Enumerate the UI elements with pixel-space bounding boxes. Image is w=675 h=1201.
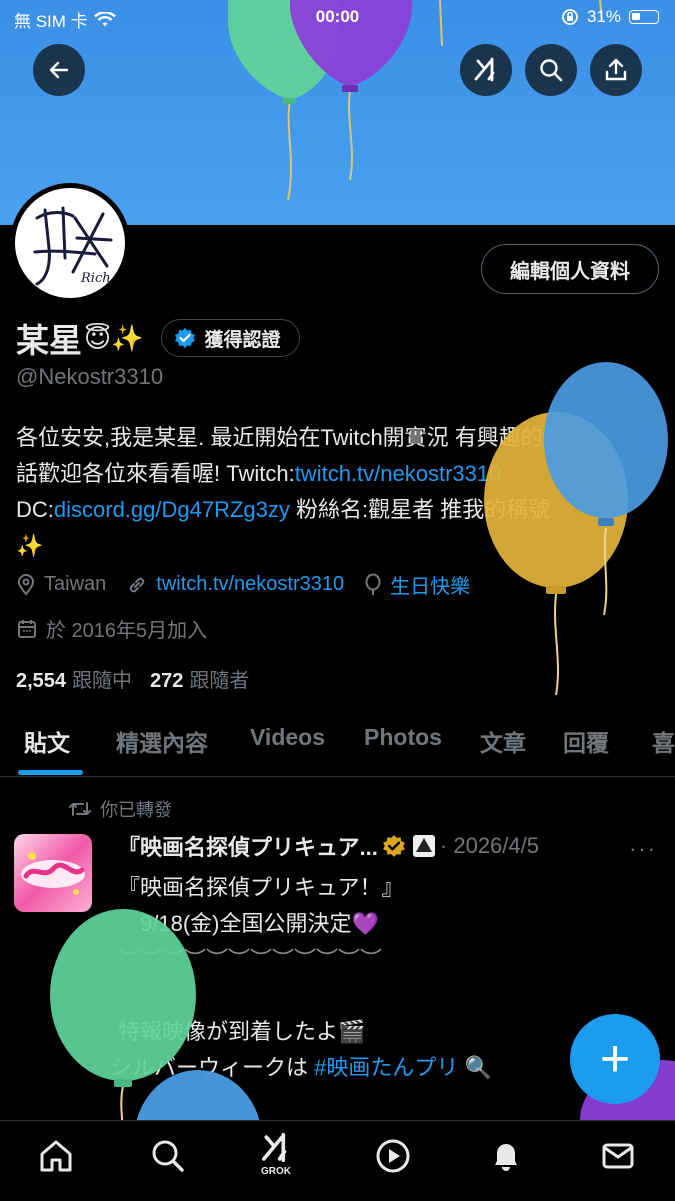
location: Taiwan xyxy=(16,573,106,596)
joined-text: 於 2016年5月加入 xyxy=(46,620,208,642)
repost-note-text: 你已轉發 xyxy=(100,800,172,820)
birthday[interactable]: 生日快樂 xyxy=(364,570,470,599)
nav-messages[interactable] xyxy=(588,1137,648,1187)
edit-profile-button[interactable]: 編輯個人資料 xyxy=(481,244,659,294)
bio-line: DC:discord.gg/Dg47RZg3zy 粉絲名:觀星者 推我的稱號 xyxy=(16,492,656,528)
tab-photos[interactable]: Photos xyxy=(364,724,442,751)
tweet-text: 『映画名探偵プリキュア！』 9/18(金)全国公開決定💜 ︶︶︶︶︶︶︶︶︶︶︶… xyxy=(110,870,578,1086)
tab-posts[interactable]: 貼文 xyxy=(24,724,70,758)
share-icon xyxy=(605,58,627,81)
name-row: 某星 😇✨ 獲得認證 xyxy=(16,314,300,362)
display-name: 某星 xyxy=(16,322,82,359)
profile-meta: Taiwan twitch.tv/nekostr3310 生日快樂 xyxy=(16,570,470,599)
bio-text: 話歡迎各位來看看喔! Twitch: xyxy=(16,461,295,486)
profile-avatar[interactable]: Rich xyxy=(10,183,130,303)
tab-replies[interactable]: 回覆 xyxy=(563,724,609,758)
profile-bio: 各位安安,我是某星. 最近開始在Twitch開實況 有興趣的 話歡迎各位來看看喔… xyxy=(16,420,656,564)
location-text: Taiwan xyxy=(44,573,107,595)
repost-icon xyxy=(69,802,91,816)
bio-text: 粉絲名:觀星者 推我的稱號 xyxy=(289,497,551,522)
tweet-line: ︶︶︶︶︶︶︶︶︶︶︶︶ xyxy=(118,947,383,972)
twitch-link[interactable]: twitch.tv/nekostr3310 xyxy=(295,461,502,486)
tweet-author-name[interactable]: 『映画名探偵プリキュア... xyxy=(118,830,378,862)
profile-tabs: 貼文 精選內容 Videos Photos 文章 回覆 喜 xyxy=(0,716,675,777)
website-link[interactable]: twitch.tv/nekostr3310 xyxy=(156,573,344,596)
get-verified-button[interactable]: 獲得認證 xyxy=(161,319,300,357)
tweet-date[interactable]: · 2026/4/5 xyxy=(440,833,539,859)
followers-link[interactable]: 272 跟隨者 xyxy=(150,664,249,693)
share-button[interactable] xyxy=(590,44,642,96)
following-label: 跟隨中 xyxy=(72,670,133,692)
bio-text: DC: xyxy=(16,497,54,522)
back-button[interactable] xyxy=(33,44,85,96)
tweet-author-avatar[interactable] xyxy=(14,834,92,912)
tweet-more-button[interactable]: ··· xyxy=(629,836,657,862)
rotation-lock-icon xyxy=(562,9,578,25)
tweet-text-span: 🔍 xyxy=(458,1055,492,1080)
hashtag-link[interactable]: #映画たんプリ xyxy=(314,1055,458,1080)
search-icon xyxy=(152,1140,184,1172)
location-pin-icon xyxy=(17,573,35,596)
search-button[interactable] xyxy=(525,44,577,96)
tweet-header: 『映画名探偵プリキュア... · 2026/4/5 xyxy=(118,830,658,862)
nav-video[interactable] xyxy=(363,1137,423,1187)
discord-link[interactable]: discord.gg/Dg47RZg3zy xyxy=(54,497,290,522)
bio-line: 話歡迎各位來看看喔! Twitch:twitch.tv/nekostr3310 xyxy=(16,456,656,492)
tweet-line: 『映画名探偵プリキュア！』 xyxy=(118,875,404,900)
tweet-text-span: シルバーウィークは xyxy=(110,1055,315,1080)
nav-grok[interactable]: GROK xyxy=(246,1131,306,1181)
get-verified-label: 獲得認證 xyxy=(204,329,281,351)
nav-notifications[interactable] xyxy=(476,1137,536,1187)
precure-logo xyxy=(21,852,85,895)
arrow-left-icon xyxy=(49,61,69,79)
svg-text:Rich: Rich xyxy=(80,271,111,286)
compose-button[interactable]: + xyxy=(570,1014,660,1104)
website[interactable]: twitch.tv/nekostr3310 xyxy=(126,573,344,596)
play-icon xyxy=(376,1139,410,1173)
following-count: 2,554 xyxy=(16,670,67,692)
bio-line: 各位安安,我是某星. 最近開始在Twitch開實況 有興趣的 xyxy=(16,425,543,450)
repost-indicator: 你已轉發 xyxy=(68,796,172,822)
battery-percent: 31% xyxy=(586,7,621,26)
active-tab-indicator xyxy=(18,770,83,775)
followers-label: 跟隨者 xyxy=(189,670,250,692)
status-bar: 無 SIM 卡 00:00 31% xyxy=(0,0,675,34)
mail-icon xyxy=(602,1143,634,1169)
grok-label: GROK xyxy=(261,1166,291,1177)
signature-logo: Rich xyxy=(33,206,113,286)
link-icon xyxy=(129,577,145,592)
calendar-icon xyxy=(18,619,36,638)
tweet-line: 9/18(金)全国公開決定💜 xyxy=(118,911,379,936)
tweet-line xyxy=(118,978,578,1014)
battery-icon xyxy=(629,10,659,24)
follow-stats: 2,554 跟隨中 272 跟隨者 xyxy=(16,664,249,693)
bottom-navigation: GROK xyxy=(0,1120,675,1201)
gold-verified-icon xyxy=(382,835,405,857)
affiliate-badge-icon xyxy=(412,835,435,857)
following-link[interactable]: 2,554 跟隨中 xyxy=(16,664,132,693)
birthday-text[interactable]: 生日快樂 xyxy=(390,570,470,599)
tab-videos[interactable]: Videos xyxy=(250,724,325,751)
bell-icon xyxy=(495,1144,517,1171)
grok-icon xyxy=(474,57,495,82)
followers-count: 272 xyxy=(150,670,184,692)
joined-date: 於 2016年5月加入 xyxy=(16,614,207,643)
user-handle: @Nekostr3310 xyxy=(16,364,164,389)
tab-articles[interactable]: 文章 xyxy=(480,724,526,758)
home-icon xyxy=(40,1140,72,1172)
tab-highlights[interactable]: 精選內容 xyxy=(116,724,208,758)
balloon-icon xyxy=(365,573,381,595)
grok-icon xyxy=(262,1132,287,1162)
tweet-line: シルバーウィークは #映画たんプリ 🔍 xyxy=(110,1050,578,1086)
tweet-line: 特報映像が到着したよ🎬 xyxy=(118,1019,366,1044)
nav-search[interactable] xyxy=(138,1137,198,1187)
grok-button[interactable] xyxy=(460,44,512,96)
verified-badge-icon xyxy=(175,328,196,348)
nav-home[interactable] xyxy=(26,1137,86,1187)
tab-likes[interactable]: 喜 xyxy=(652,724,675,758)
search-icon xyxy=(540,59,563,82)
bio-line: ✨ xyxy=(16,533,44,558)
name-emojis: 😇✨ xyxy=(84,322,144,353)
